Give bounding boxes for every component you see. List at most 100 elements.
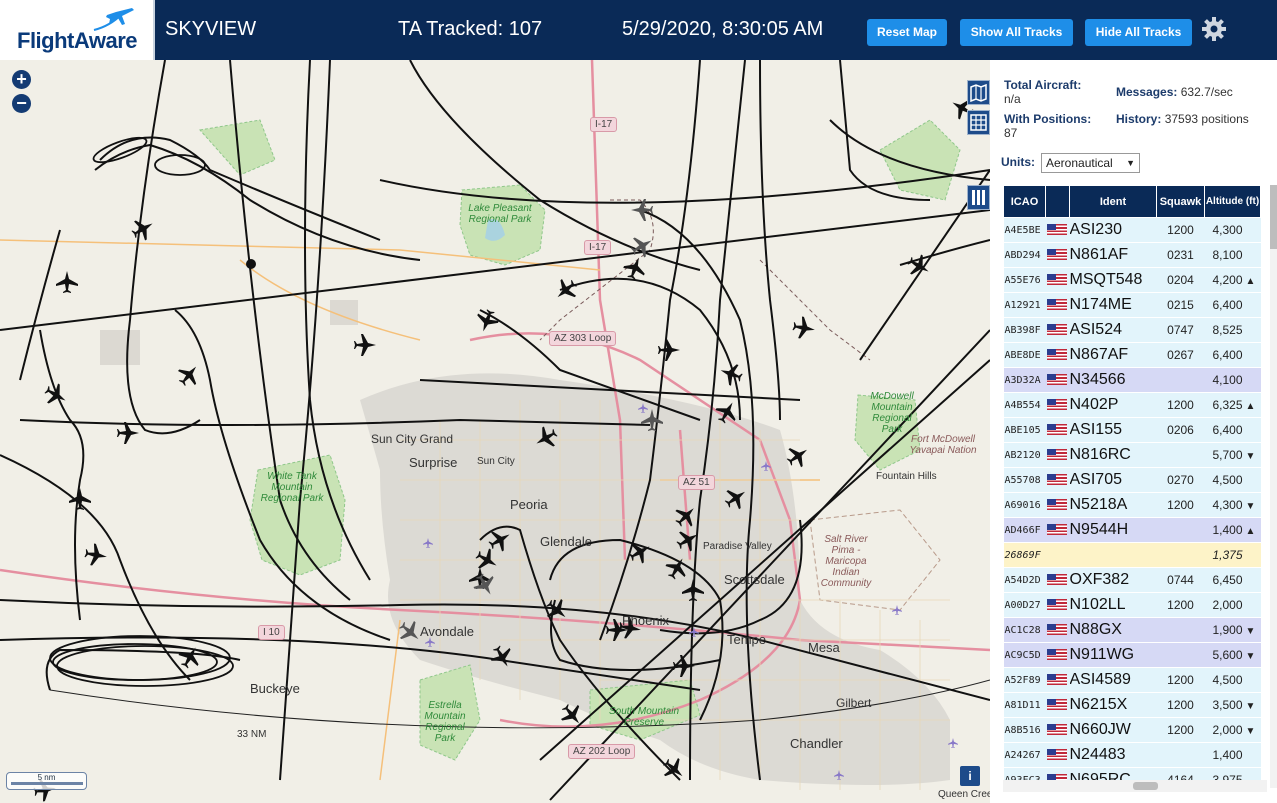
ident-cell: N911WG [1069, 642, 1157, 668]
altitude-cell: 6,400 [1204, 417, 1261, 443]
table-row[interactable]: A55E76 MSQT548 0204 4,200 ▲ [1003, 267, 1261, 293]
columns-toggle-button[interactable] [967, 185, 990, 210]
aircraft-layer[interactable] [0, 60, 990, 803]
icao-cell: A8B516 [1003, 717, 1046, 743]
icao-cell: 26869F [1003, 542, 1046, 568]
squawk-cell: 1200 [1156, 667, 1205, 693]
top-bar: FlightAware SKYVIEW TA Tracked: 107 5/29… [0, 0, 1277, 60]
table-row[interactable]: A81D11 N6215X 1200 3,500 ▼ [1003, 692, 1261, 718]
map-layers-button[interactable] [967, 80, 990, 105]
table-scrollbar-thumb[interactable] [1270, 185, 1277, 249]
squawk-cell: 1200 [1156, 392, 1205, 418]
reset-map-button[interactable]: Reset Map [867, 19, 947, 46]
us-flag-icon [1046, 424, 1067, 436]
attribution-info-button[interactable]: i [960, 766, 980, 786]
altitude-trend-icon: ▼ [1245, 701, 1256, 712]
zoom-in-button[interactable]: + [12, 70, 31, 89]
table-row[interactable]: A54D2D OXF382 0744 6,450 [1003, 567, 1261, 593]
table-row[interactable]: A4E5BE ASI230 1200 4,300 [1003, 217, 1261, 243]
aircraft-table: ICAO Ident Squawk Altitude (ft) A4E5BE AS… [1003, 185, 1261, 793]
table-row[interactable]: A8B516 N660JW 1200 2,000 ▼ [1003, 717, 1261, 743]
us-flag-icon [1046, 699, 1067, 711]
grid-toggle-button[interactable] [967, 110, 990, 135]
altitude-value: 1,900 [1212, 623, 1243, 637]
icao-cell: A12921 [1003, 292, 1046, 318]
highway-shield: AZ 202 Loop [568, 744, 636, 759]
icao-cell: ABE105 [1003, 417, 1046, 443]
icao-cell: ABE8DE [1003, 342, 1046, 368]
table-row[interactable]: AC9C5D N911WG 5,600 ▼ [1003, 642, 1261, 668]
icao-cell: A52F89 [1003, 667, 1046, 693]
table-row[interactable]: A00D27 N102LL 1200 2,000 [1003, 592, 1261, 618]
city-label: Buckeye [250, 681, 300, 696]
table-row[interactable]: A24267 N24483 1,400 [1003, 742, 1261, 768]
altitude-value: 4,500 [1212, 673, 1243, 687]
ident-cell: N402P [1069, 392, 1157, 418]
units-select[interactable]: Aeronautical ▼ [1041, 153, 1140, 173]
altitude-cell: 5,600 ▼ [1204, 642, 1261, 668]
altitude-cell: 1,900 ▼ [1204, 617, 1261, 643]
flag-cell [1045, 592, 1070, 618]
table-row[interactable]: AC1C28 N88GX 1,900 ▼ [1003, 617, 1261, 643]
flag-cell [1045, 467, 1070, 493]
zoom-out-button[interactable]: − [12, 94, 31, 113]
table-row[interactable]: A3D32A N34566 4,100 [1003, 367, 1261, 393]
column-header-flag[interactable] [1045, 185, 1070, 218]
flag-cell [1045, 692, 1070, 718]
squawk-cell: 0744 [1156, 567, 1205, 593]
altitude-trend-icon: ▼ [1245, 626, 1256, 637]
altitude-value: 4,100 [1212, 373, 1243, 387]
us-flag-icon [1046, 674, 1067, 686]
altitude-cell: 1,375 [1204, 542, 1261, 568]
flag-cell [1045, 317, 1070, 343]
table-row[interactable]: ABE105 ASI155 0206 6,400 [1003, 417, 1261, 443]
altitude-value: 1,375 [1212, 548, 1243, 562]
table-row[interactable]: A55708 ASI705 0270 4,500 [1003, 467, 1261, 493]
city-label: Sun City [477, 456, 515, 467]
us-flag-icon [1046, 724, 1067, 736]
column-header-ident[interactable]: Ident [1069, 185, 1157, 218]
table-row[interactable]: ABD294 N861AF 0231 8,100 [1003, 242, 1261, 268]
table-row[interactable]: A69016 N5218A 1200 4,300 ▼ [1003, 492, 1261, 518]
table-row[interactable]: AB398F ASI524 0747 8,525 [1003, 317, 1261, 343]
ident-cell: N34566 [1069, 367, 1157, 393]
table-row[interactable]: AB2120 N816RC 5,700 ▼ [1003, 442, 1261, 468]
map-canvas[interactable]: Sun City Grand Surprise Sun City Peoria … [0, 60, 990, 803]
us-flag-icon [1046, 374, 1067, 386]
table-row[interactable]: ABE8DE N867AF 0267 6,400 [1003, 342, 1261, 368]
hide-all-tracks-button[interactable]: Hide All Tracks [1085, 19, 1192, 46]
flag-cell [1045, 242, 1070, 268]
altitude-value: 4,300 [1212, 223, 1243, 237]
city-label: Glendale [540, 534, 593, 549]
column-header-squawk[interactable]: Squawk [1156, 185, 1205, 218]
flag-cell [1045, 392, 1070, 418]
table-row[interactable]: AD466F N9544H 1,400 ▲ [1003, 517, 1261, 543]
altitude-cell: 4,500 [1204, 467, 1261, 493]
column-header-icao[interactable]: ICAO [1003, 185, 1046, 218]
gear-icon[interactable] [1201, 16, 1227, 42]
table-row[interactable]: A12921 N174ME 0215 6,400 [1003, 292, 1261, 318]
ident-cell [1069, 542, 1157, 568]
park-label: Fort McDowell Yavapai Nation [909, 434, 977, 456]
altitude-value: 2,000 [1212, 598, 1243, 612]
column-header-altitude[interactable]: Altitude (ft) [1204, 185, 1261, 218]
show-all-tracks-button[interactable]: Show All Tracks [960, 19, 1073, 46]
grid-icon [970, 114, 987, 131]
city-label: Peoria [510, 497, 548, 512]
units-label: Units: [1001, 155, 1035, 169]
table-scrollbar[interactable] [1270, 185, 1277, 788]
table-row[interactable]: 26869F 1,375 [1003, 542, 1261, 568]
tracked-count: TA Tracked: 107 [398, 18, 543, 40]
table-row[interactable]: A4B554 N402P 1200 6,325 ▲ [1003, 392, 1261, 418]
messages-value: 632.7/sec [1180, 85, 1233, 99]
history-label: History: [1116, 112, 1162, 126]
table-row[interactable]: A52F89 ASI4589 1200 4,500 [1003, 667, 1261, 693]
altitude-cell: 6,325 ▲ [1204, 392, 1261, 418]
flag-cell [1045, 542, 1070, 568]
altitude-value: 8,525 [1212, 323, 1243, 337]
city-label: Avondale [420, 624, 474, 639]
flightaware-logo[interactable]: FlightAware [0, 0, 155, 60]
table-horizontal-scrollbar[interactable] [1003, 780, 1267, 792]
city-label: Chandler [790, 736, 843, 751]
altitude-cell: 1,400 ▲ [1204, 517, 1261, 543]
